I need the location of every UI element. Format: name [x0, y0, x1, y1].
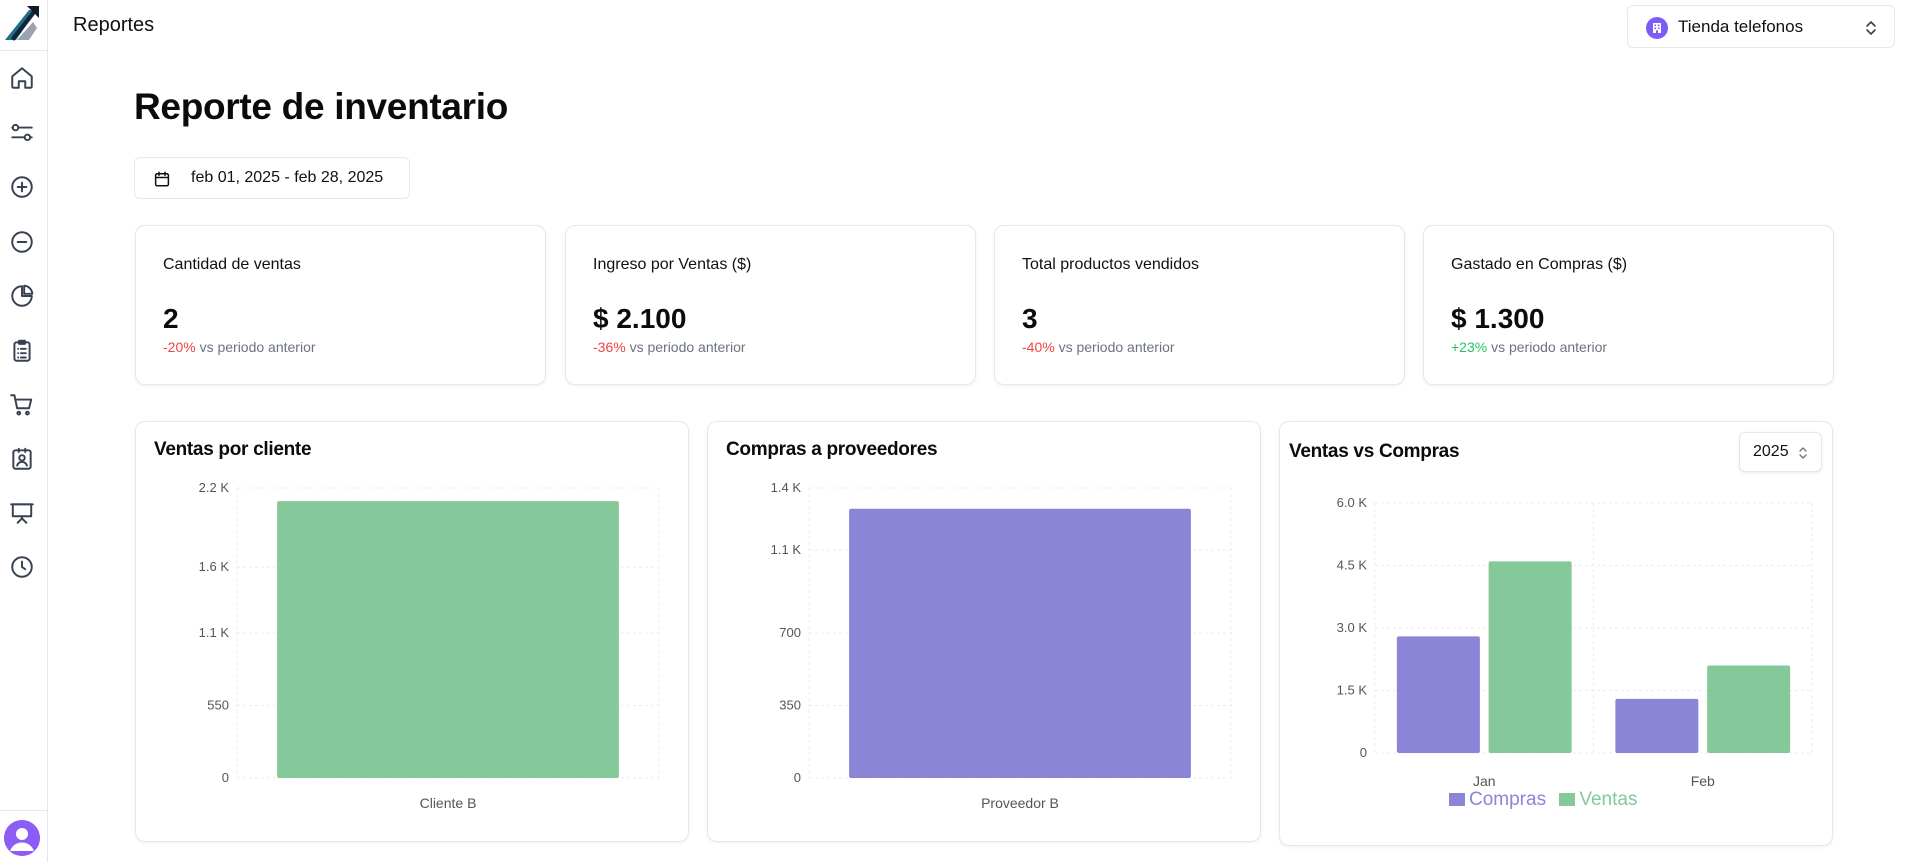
presentation-icon[interactable]	[9, 500, 35, 526]
stat-label: Total productos vendidos	[1022, 256, 1199, 273]
y-tick-label: 1.6 K	[199, 559, 230, 574]
y-tick-label: 550	[207, 698, 229, 713]
chart-compras-a-proveedores: 0 350 700 1.1 K 1.4 K Proveedor B	[771, 480, 1232, 811]
sidebar-divider	[0, 50, 47, 51]
y-tick-label: 1.5 K	[1337, 683, 1368, 698]
y-tick-label: 700	[779, 625, 801, 640]
chart-ventas-vs-compras: 0 1.5 K 3.0 K 4.5 K 6.0 K Jan Feb	[1337, 495, 1813, 789]
stat-delta-percent: -20%	[163, 339, 196, 355]
year-selector[interactable]: 2025	[1739, 432, 1822, 472]
app-logo[interactable]	[3, 4, 39, 42]
chart-title: Ventas por cliente	[154, 439, 312, 460]
stat-card-ventas: Cantidad de ventas 2 -20% vs periodo ant…	[135, 225, 546, 385]
chart-title: Ventas vs Compras	[1289, 441, 1460, 462]
stat-card-ingreso: Ingreso por Ventas ($) $ 2.100 -36% vs p…	[565, 225, 976, 385]
stat-label: Gastado en Compras ($)	[1451, 256, 1628, 273]
page-title: Reporte de inventario	[134, 86, 509, 127]
contact-card-icon[interactable]	[9, 446, 35, 472]
y-tick-label: 1.1 K	[199, 625, 230, 640]
stat-card-productos: Total productos vendidos 3 -40% vs perio…	[994, 225, 1405, 385]
legend-swatch	[1559, 793, 1576, 806]
chart-legend: Compras Ventas	[1449, 789, 1645, 811]
stat-value: $ 2.100	[593, 303, 687, 334]
legend-swatch	[1449, 793, 1465, 806]
year-selector-label: 2025	[1753, 443, 1789, 460]
stat-delta: -40% vs periodo anterior	[1022, 339, 1175, 355]
stat-delta: -20% vs periodo anterior	[163, 339, 316, 355]
bar-ventas-jan	[1488, 561, 1572, 753]
chart-card-ventas-por-cliente: 0 550 1.1 K 1.6 K 2.2 K Cliente B Ventas por …	[135, 421, 689, 842]
sidebar	[0, 0, 48, 862]
sliders-icon[interactable]	[9, 120, 35, 146]
store-selector-label: Tienda telefonos	[1678, 17, 1804, 36]
stat-value: 3	[1022, 303, 1038, 334]
chart-title: Compras a proveedores	[726, 439, 938, 460]
chart-card-compras-a-proveedores: 0 350 700 1.1 K 1.4 K Proveedor B Compras a p…	[707, 421, 1261, 842]
y-tick-label: 4.5 K	[1337, 558, 1368, 573]
y-tick-label: 1.1 K	[771, 542, 802, 557]
x-tick-label: Jan	[1473, 773, 1496, 789]
chevron-updown-icon	[1864, 18, 1878, 38]
stat-delta-percent: -36%	[593, 339, 626, 355]
stat-label: Ingreso por Ventas ($)	[593, 256, 752, 273]
legend-item-ventas[interactable]: Ventas	[1559, 789, 1637, 811]
y-tick-label: 2.2 K	[199, 480, 230, 495]
legend-label: Ventas	[1579, 789, 1638, 810]
y-tick-label: 0	[1360, 745, 1367, 760]
store-selector[interactable]: Tienda telefonos	[1627, 5, 1895, 48]
stat-delta-text: vs periodo anterior	[195, 339, 316, 355]
stat-delta-text: vs periodo anterior	[625, 339, 746, 355]
y-tick-label: 350	[779, 698, 801, 713]
stat-delta-percent: -40%	[1022, 339, 1055, 355]
stat-label: Cantidad de ventas	[163, 256, 301, 273]
stat-delta: +23% vs periodo anterior	[1451, 339, 1607, 355]
date-range-label: feb 01, 2025 - feb 28, 2025	[191, 169, 384, 186]
pie-chart-icon[interactable]	[9, 283, 35, 309]
plus-circle-icon[interactable]	[9, 174, 35, 200]
chevron-updown-icon	[1798, 446, 1808, 460]
y-tick-label: 6.0 K	[1337, 495, 1368, 510]
stat-delta: -36% vs periodo anterior	[593, 339, 746, 355]
y-tick-label: 3.0 K	[1337, 620, 1368, 635]
stat-value: 2	[163, 303, 179, 334]
header-title: Reportes	[73, 14, 155, 36]
y-tick-label: 0	[794, 770, 801, 785]
x-tick-label: Cliente B	[420, 795, 477, 811]
avatar[interactable]	[4, 820, 40, 856]
bar-cliente-b	[277, 501, 619, 778]
chart-ventas-por-cliente: 0 550 1.1 K 1.6 K 2.2 K Cliente B	[199, 480, 660, 811]
sidebar-divider-bottom	[0, 810, 47, 811]
x-tick-label: Proveedor B	[981, 795, 1059, 811]
stat-value: $ 1.300	[1451, 303, 1545, 334]
x-tick-label: Feb	[1691, 773, 1715, 789]
chart-card-ventas-vs-compras: 0 1.5 K 3.0 K 4.5 K 6.0 K Jan Feb Ventas vs Co…	[1279, 421, 1833, 846]
legend-item-compras[interactable]: Compras	[1449, 789, 1546, 811]
stat-delta-percent: +23%	[1451, 339, 1488, 355]
bar-proveedor-b	[849, 508, 1191, 778]
date-range-picker[interactable]: feb 01, 2025 - feb 28, 2025	[134, 157, 410, 199]
legend-label: Compras	[1469, 789, 1547, 810]
clock-icon[interactable]	[9, 554, 35, 580]
bar-compras-feb	[1615, 698, 1699, 753]
store-icon	[1646, 17, 1668, 39]
stat-delta-text: vs periodo anterior	[1487, 339, 1608, 355]
home-icon[interactable]	[9, 65, 35, 91]
y-tick-label: 0	[222, 770, 229, 785]
clipboard-icon[interactable]	[9, 338, 35, 364]
y-tick-label: 1.4 K	[771, 480, 802, 495]
stat-card-compras: Gastado en Compras ($) $ 1.300 +23% vs p…	[1423, 225, 1834, 385]
stat-delta-text: vs periodo anterior	[1054, 339, 1175, 355]
calendar-icon	[153, 170, 171, 188]
minus-circle-icon[interactable]	[9, 229, 35, 255]
bar-compras-jan	[1396, 636, 1480, 753]
bar-ventas-feb	[1707, 665, 1791, 753]
cart-icon[interactable]	[9, 392, 35, 418]
